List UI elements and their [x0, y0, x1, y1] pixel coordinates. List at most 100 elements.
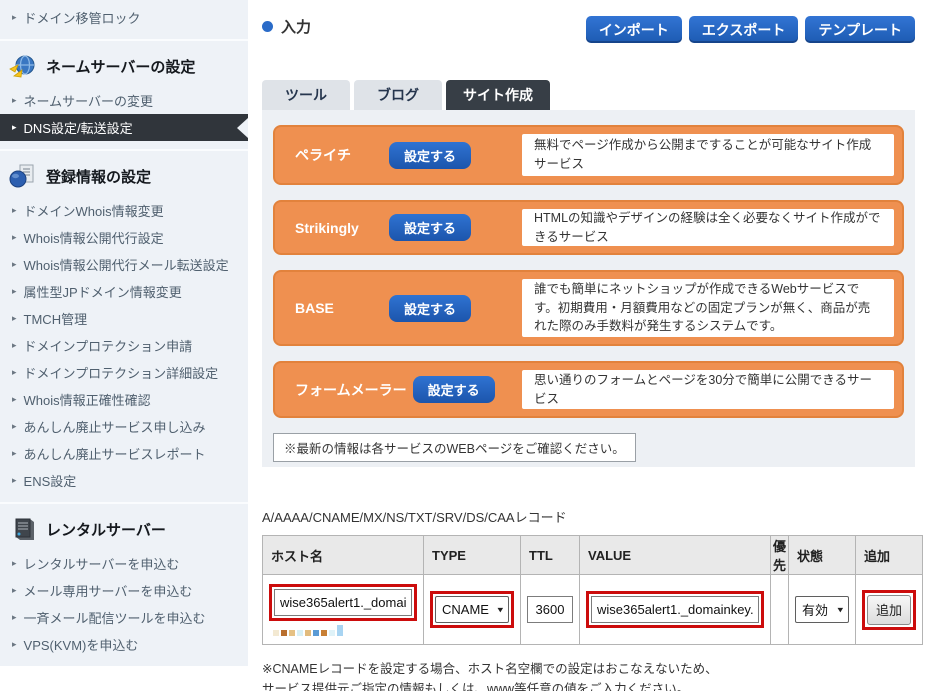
sidebar-item-domain-transfer-lock[interactable]: ▸ ドメイン移管ロック	[0, 4, 248, 31]
add-cell: 追加	[856, 575, 923, 645]
import-button[interactable]: インポート	[586, 16, 682, 43]
value-input[interactable]	[591, 596, 759, 623]
sidebar-item-anshin-report[interactable]: ▸ あんしん廃止サービスレポート	[0, 440, 248, 467]
triangle-bullet-icon: ▸	[12, 95, 17, 106]
sidebar-item-rental-server[interactable]: ▸ レンタルサーバーを申込む	[0, 550, 248, 577]
triangle-bullet-icon: ▸	[12, 394, 17, 405]
service-description: 思い通りのフォームとページを30分で簡単に公開できるサービス	[522, 370, 894, 409]
service-name: フォームメーラー	[295, 380, 407, 400]
sidebar-item-whois-privacy[interactable]: ▸ Whois情報公開代行設定	[0, 224, 248, 251]
chevron-down-icon: ▾	[837, 604, 843, 614]
tab-site-creation[interactable]: サイト作成	[446, 80, 550, 110]
configure-button[interactable]: 設定する	[389, 295, 471, 322]
sidebar-item-whois-mail-forward[interactable]: ▸ Whois情報公開代行メール転送設定	[0, 251, 248, 278]
services-note: ※最新の情報は各サービスのWEBページをご確認ください。	[273, 433, 636, 462]
sidebar-item-label: あんしん廃止サービス申し込み	[24, 417, 206, 436]
col-priority: 優先	[771, 536, 789, 575]
registration-info-icon	[8, 163, 38, 189]
color-artifact	[273, 624, 417, 636]
tab-blog[interactable]: ブログ	[354, 80, 442, 110]
host-cell	[263, 575, 424, 645]
sidebar-item-protection-detail[interactable]: ▸ ドメインプロテクション詳細設定	[0, 359, 248, 386]
sidebar-item-ens[interactable]: ▸ ENS設定	[0, 467, 248, 494]
sidebar-group-rental: レンタルサーバー ▸ レンタルサーバーを申込む ▸ メール専用サーバーを申込む …	[0, 504, 248, 666]
triangle-bullet-icon: ▸	[12, 558, 17, 569]
sidebar-item-vps[interactable]: ▸ VPS(KVM)を申込む	[0, 631, 248, 658]
section-marker: 入力	[262, 16, 311, 37]
sidebar-item-jp-domain-info[interactable]: ▸ 属性型JPドメイン情報変更	[0, 278, 248, 305]
triangle-bullet-icon: ▸	[12, 448, 17, 459]
export-button[interactable]: エクスポート	[689, 16, 799, 43]
record-notes: ※CNAMEレコードを設定する場合、ホスト名空欄での設定はおこなえないため、 サ…	[262, 659, 915, 691]
sidebar-item-label: Whois情報公開代行メール転送設定	[24, 255, 229, 274]
configure-button[interactable]: 設定する	[389, 214, 471, 241]
triangle-bullet-icon: ▸	[12, 205, 17, 216]
sidebar-item-label: あんしん廃止サービスレポート	[24, 444, 206, 463]
action-buttons: インポート エクスポート テンプレート	[586, 16, 915, 43]
record-note-line: ※CNAMEレコードを設定する場合、ホスト名空欄での設定はおこなえないため、	[262, 659, 915, 679]
type-highlight-box: CNAME ▾	[430, 591, 514, 628]
sidebar-item-whois-change[interactable]: ▸ ドメインWhois情報変更	[0, 197, 248, 224]
triangle-bullet-icon: ▸	[12, 612, 17, 623]
sidebar-item-anshin-apply[interactable]: ▸ あんしん廃止サービス申し込み	[0, 413, 248, 440]
sidebar-item-mail-server[interactable]: ▸ メール専用サーバーを申込む	[0, 577, 248, 604]
sidebar-item-bulk-mail[interactable]: ▸ 一斉メール配信ツールを申込む	[0, 604, 248, 631]
col-value: VALUE	[580, 536, 771, 575]
triangle-bullet-icon: ▸	[12, 585, 17, 596]
sidebar-item-label: Whois情報正確性確認	[24, 390, 151, 409]
sidebar-item-label: ドメインプロテクション詳細設定	[24, 363, 219, 382]
service-card-peraichi: ペライチ 設定する 無料でページ作成から公開まですることが可能なサイト作成サービ…	[273, 125, 904, 185]
sidebar-item-nameserver-change[interactable]: ▸ ネームサーバーの変更	[0, 87, 248, 114]
triangle-bullet-icon: ▸	[12, 12, 17, 23]
sidebar-item-label: レンタルサーバーを申込む	[24, 554, 180, 573]
status-select[interactable]: 有効 ▾	[795, 596, 849, 623]
sidebar-item-label: 属性型JPドメイン情報変更	[24, 282, 182, 301]
col-status: 状態	[789, 536, 856, 575]
record-table: ホスト名 TYPE TTL VALUE 優先 状態 追加	[262, 535, 923, 645]
host-input[interactable]	[274, 589, 412, 616]
template-button[interactable]: テンプレート	[805, 16, 915, 43]
triangle-bullet-icon: ▸	[12, 367, 17, 378]
configure-button[interactable]: 設定する	[389, 142, 471, 169]
sidebar-item-protection-apply[interactable]: ▸ ドメインプロテクション申請	[0, 332, 248, 359]
sidebar-item-label: ENS設定	[24, 471, 77, 490]
record-note-line: サービス提供元ご指定の情報もしくは、www等任意の値をご入力ください。	[262, 679, 915, 691]
sidebar-item-label: Whois情報公開代行設定	[24, 228, 164, 247]
col-type: TYPE	[424, 536, 521, 575]
status-cell: 有効 ▾	[789, 575, 856, 645]
host-highlight-box	[269, 584, 417, 621]
value-cell	[580, 575, 771, 645]
ttl-input[interactable]	[527, 596, 573, 623]
sidebar-item-label: ドメインWhois情報変更	[24, 201, 164, 220]
chevron-down-icon: ▾	[497, 604, 503, 614]
triangle-bullet-icon: ▸	[12, 122, 17, 133]
sidebar-item-label: ネームサーバーの変更	[24, 91, 153, 110]
sidebar-item-whois-accuracy[interactable]: ▸ Whois情報正確性確認	[0, 386, 248, 413]
service-description: 無料でページ作成から公開まですることが可能なサイト作成サービス	[522, 134, 894, 176]
sidebar-item-tmch[interactable]: ▸ TMCH管理	[0, 305, 248, 332]
sidebar-item-dns-settings[interactable]: ▸ DNS設定/転送設定	[0, 114, 248, 141]
service-card-base: BASE 設定する 誰でも簡単にネットショップが作成できるWebサービスです。初…	[273, 270, 904, 346]
sidebar-item-label: DNS設定/転送設定	[24, 118, 133, 137]
type-cell: CNAME ▾	[424, 575, 521, 645]
sidebar-section-title: 登録情報の設定	[46, 166, 151, 187]
type-select[interactable]: CNAME ▾	[435, 596, 509, 623]
col-host: ホスト名	[263, 536, 424, 575]
sidebar-item-label: TMCH管理	[24, 309, 88, 328]
sidebar-section-header-registration: 登録情報の設定	[0, 155, 248, 197]
sidebar-group-top: ▸ ドメイン移管ロック	[0, 0, 248, 41]
service-name: BASE	[295, 300, 383, 316]
sidebar-item-label: ドメインプロテクション申請	[24, 336, 193, 355]
add-button[interactable]: 追加	[867, 595, 911, 625]
main-content: 入力 インポート エクスポート テンプレート ツール ブログ サイト作成 ペライ…	[262, 0, 915, 691]
sidebar-item-label: メール専用サーバーを申込む	[24, 581, 193, 600]
ttl-cell	[521, 575, 580, 645]
service-card-form-mailer: フォームメーラー 設定する 思い通りのフォームとページを30分で簡単に公開できる…	[273, 361, 904, 418]
triangle-bullet-icon: ▸	[12, 421, 17, 432]
triangle-bullet-icon: ▸	[12, 286, 17, 297]
sidebar: ▸ ドメイン移管ロック ネームサーバーの設定 ▸ ネームサーバーの変更 ▸ DN	[0, 0, 248, 666]
triangle-bullet-icon: ▸	[12, 340, 17, 351]
tab-tools[interactable]: ツール	[262, 80, 350, 110]
header-row: 入力 インポート エクスポート テンプレート	[262, 0, 915, 52]
configure-button[interactable]: 設定する	[413, 376, 495, 403]
